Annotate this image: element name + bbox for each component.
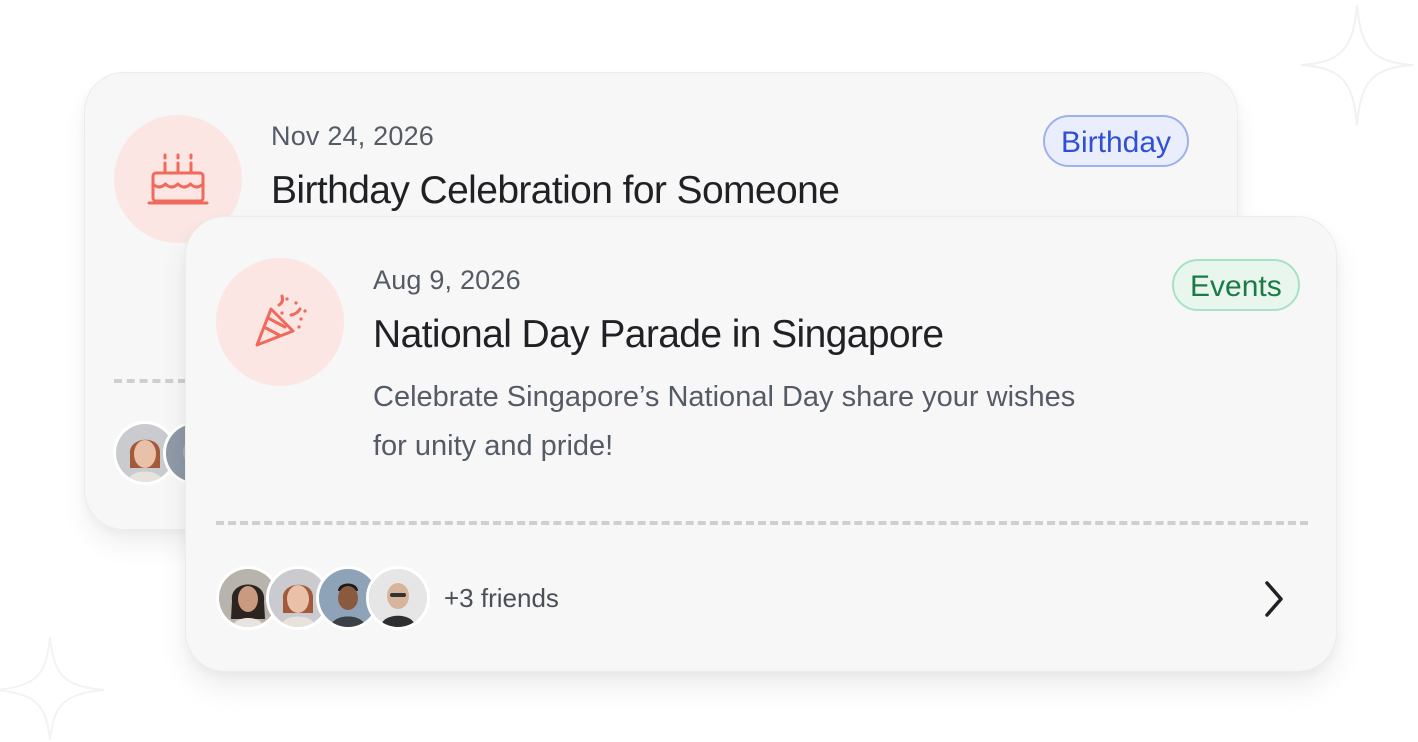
event-date: Nov 24, 2026 xyxy=(271,121,435,151)
event-date: Aug 9, 2026 xyxy=(373,265,521,295)
party-popper-icon xyxy=(255,294,307,347)
friends-count: +3 friends xyxy=(444,583,559,613)
divider xyxy=(114,379,186,383)
event-icon-badge xyxy=(216,258,344,386)
event-title: Birthday Celebration for Someone xyxy=(271,169,840,212)
event-description: Celebrate Singapore’s National Day share… xyxy=(373,381,1076,462)
event-card-national-day[interactable]: Aug 9, 2026 National Day Parade in Singa… xyxy=(185,216,1337,672)
sparkle-icon xyxy=(1300,4,1414,126)
chevron-right-icon[interactable] xyxy=(1254,579,1294,619)
divider xyxy=(216,521,1308,525)
event-title: National Day Parade in Singapore xyxy=(373,313,944,356)
sparkle-icon xyxy=(0,636,105,741)
avatar-group[interactable] xyxy=(216,566,430,630)
category-tag-birthday: Birthday xyxy=(1043,115,1190,167)
category-tag-events: Events xyxy=(1172,259,1300,311)
birthday-cake-icon xyxy=(147,153,209,205)
avatar xyxy=(366,566,430,630)
